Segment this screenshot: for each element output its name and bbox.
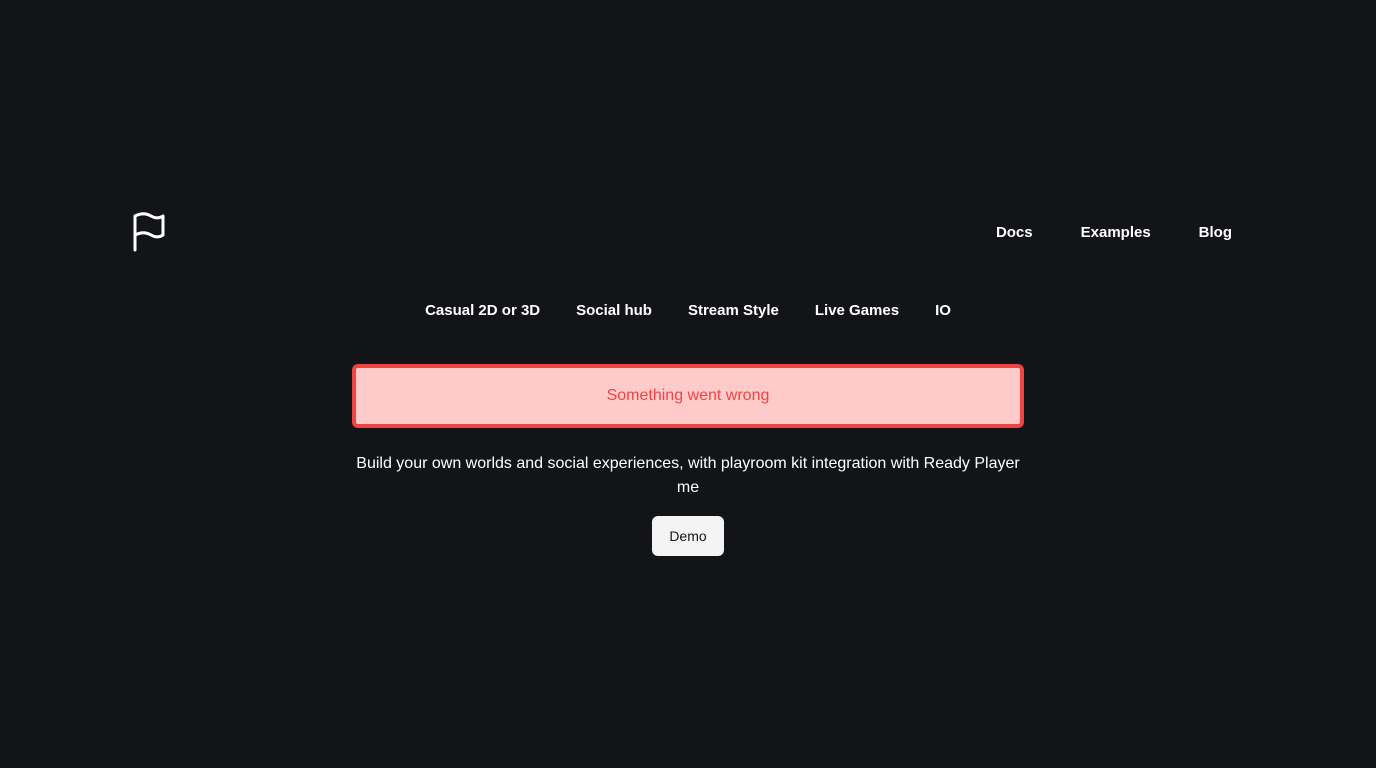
tab-casual-2d-3d[interactable]: Casual 2D or 3D <box>425 300 540 322</box>
top-nav: Docs Examples Blog <box>996 224 1232 241</box>
category-tabs: Casual 2D or 3D Social hub Stream Style … <box>0 300 1376 322</box>
tab-stream-style[interactable]: Stream Style <box>688 300 779 322</box>
error-alert: Something went wrong <box>352 364 1024 428</box>
tab-live-games[interactable]: Live Games <box>815 300 899 322</box>
logo-link[interactable] <box>132 212 166 252</box>
tab-social-hub[interactable]: Social hub <box>576 300 652 322</box>
nav-blog-link[interactable]: Blog <box>1199 224 1232 241</box>
flag-icon <box>133 212 165 252</box>
description-text: Build your own worlds and social experie… <box>356 455 1020 496</box>
site-header: Docs Examples Blog <box>132 212 1244 252</box>
tab-io[interactable]: IO <box>935 300 951 322</box>
demo-button[interactable]: Demo <box>652 516 724 556</box>
page: Docs Examples Blog Casual 2D or 3D Socia… <box>0 0 1376 768</box>
nav-examples-link[interactable]: Examples <box>1081 224 1151 241</box>
nav-docs-link[interactable]: Docs <box>996 224 1033 241</box>
error-message: Something went wrong <box>606 387 770 404</box>
